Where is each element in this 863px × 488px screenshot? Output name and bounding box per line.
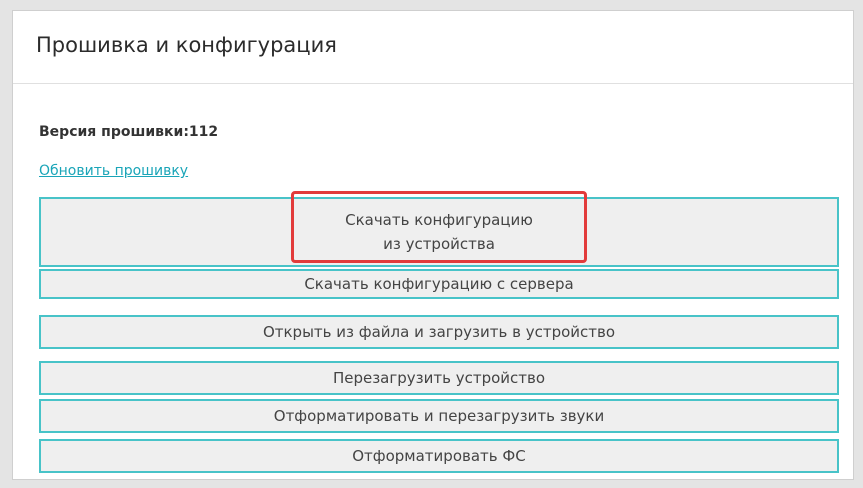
firmware-config-panel: Прошивка и конфигурация Версия прошивки:… bbox=[12, 10, 854, 480]
firmware-version: Версия прошивки:112 bbox=[39, 124, 218, 140]
open-file-upload-button[interactable]: Открыть из файла и загрузить в устройств… bbox=[39, 315, 839, 349]
format-reload-sounds-button[interactable]: Отформатировать и перезагрузить звуки bbox=[39, 399, 839, 433]
reboot-device-button[interactable]: Перезагрузить устройство bbox=[39, 361, 839, 395]
format-fs-button[interactable]: Отформатировать ФС bbox=[39, 439, 839, 473]
download-config-from-device-button[interactable]: Скачать конфигурацию из устройства bbox=[39, 197, 839, 267]
panel-header: Прошивка и конфигурация bbox=[13, 11, 853, 84]
download-config-from-server-button[interactable]: Скачать конфигурацию с сервера bbox=[39, 269, 839, 299]
download-config-from-device-line2: из устройства bbox=[383, 235, 495, 253]
update-firmware-link[interactable]: Обновить прошивку bbox=[39, 163, 188, 179]
download-config-from-device-line1: Скачать конфигурацию bbox=[345, 211, 533, 229]
firmware-version-label: Версия прошивки: bbox=[39, 124, 189, 140]
firmware-version-value: 112 bbox=[188, 124, 219, 140]
panel-title: Прошивка и конфигурация bbox=[36, 33, 337, 57]
